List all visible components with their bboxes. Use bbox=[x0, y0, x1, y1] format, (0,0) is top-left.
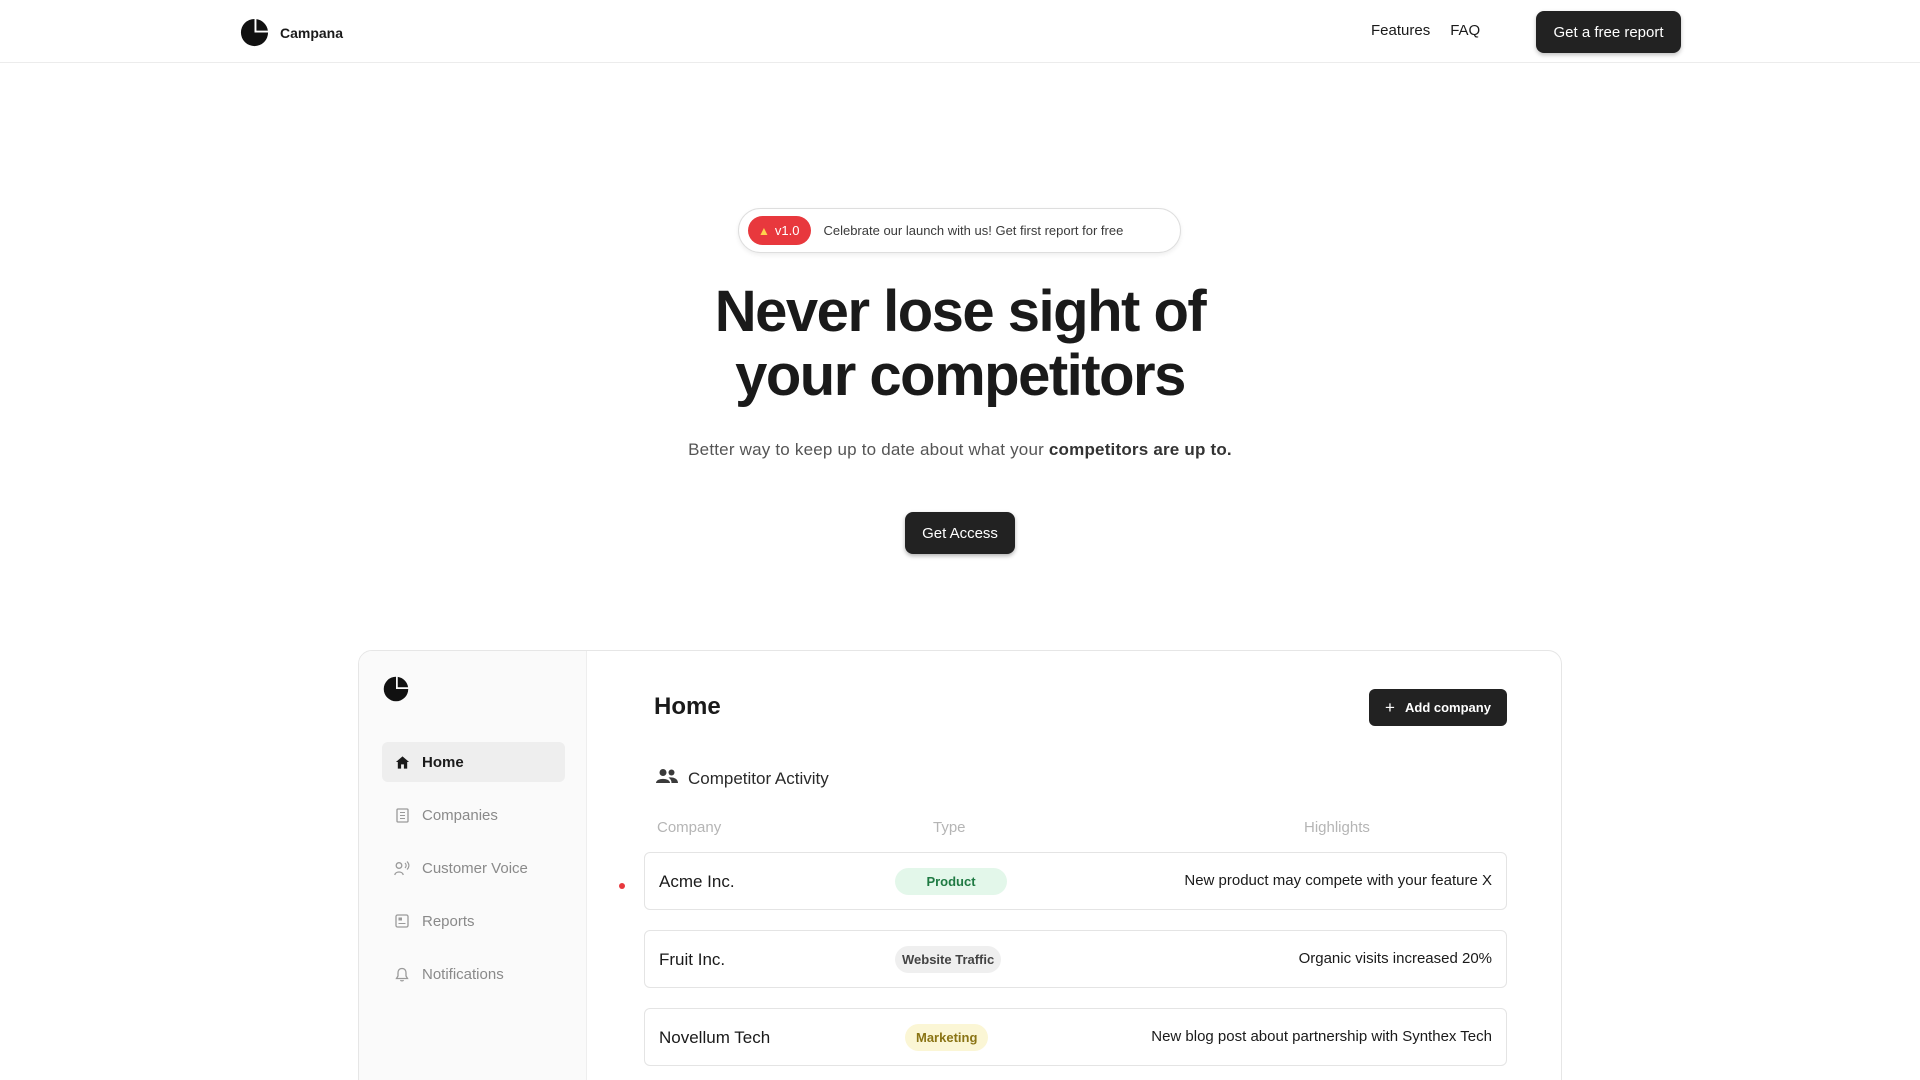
bell-icon bbox=[394, 966, 410, 982]
section-title: Competitor Activity bbox=[688, 768, 829, 788]
get-free-report-button[interactable]: Get a free report bbox=[1536, 11, 1681, 53]
row-company: Novellum Tech bbox=[659, 1028, 771, 1047]
hero-subtitle-emphasis: competitors are up to. bbox=[1048, 440, 1232, 459]
sidebar-item-label: Customer Voice bbox=[422, 859, 528, 877]
report-icon bbox=[394, 913, 410, 929]
campana-logo-icon bbox=[240, 18, 269, 47]
row-highlight: New blog post about partnership with Syn… bbox=[1151, 1028, 1492, 1045]
version-label: v1.0 bbox=[774, 223, 800, 238]
hero-title-line-2: your competitors bbox=[735, 343, 1186, 408]
nav-link-faq[interactable]: FAQ bbox=[1450, 22, 1480, 39]
hero-title-line-1: Never lose sight of bbox=[714, 279, 1207, 344]
page-title: Home bbox=[654, 693, 721, 720]
sidebar-item-reports[interactable]: Reports bbox=[382, 901, 565, 941]
top-navigation: Campana Features FAQ Get a free report bbox=[0, 0, 1920, 63]
table-row[interactable]: Acme Inc. Product New product may compet… bbox=[644, 852, 1507, 910]
campana-logo-icon bbox=[383, 676, 409, 702]
app-sidebar: Home Companies Customer Voice Reports No… bbox=[359, 651, 587, 1080]
row-company: Acme Inc. bbox=[659, 872, 735, 891]
sidebar-item-label: Notifications bbox=[422, 965, 504, 983]
sidebar-item-notifications[interactable]: Notifications bbox=[382, 954, 565, 994]
home-icon bbox=[394, 754, 410, 770]
sidebar-item-customer-voice[interactable]: Customer Voice bbox=[382, 848, 565, 888]
brand[interactable]: Campana bbox=[239, 17, 343, 48]
sidebar-item-label: Companies bbox=[422, 806, 498, 824]
version-badge: ▲ v1.0 bbox=[748, 216, 812, 245]
sidebar-item-companies[interactable]: Companies bbox=[382, 795, 565, 835]
column-header-highlights: Highlights bbox=[1304, 819, 1370, 836]
announcement-text: Celebrate our launch with us! Get first … bbox=[823, 223, 1124, 238]
sidebar-item-label: Home bbox=[422, 753, 464, 771]
type-tag: Website Traffic bbox=[895, 946, 1002, 973]
column-header-company: Company bbox=[657, 819, 722, 836]
row-highlight: Organic visits increased 20% bbox=[1298, 950, 1492, 967]
table-row[interactable]: Novellum Tech Marketing New blog post ab… bbox=[644, 1008, 1507, 1066]
row-highlight: New product may compete with your featur… bbox=[1184, 872, 1492, 889]
column-header-type: Type bbox=[933, 819, 966, 836]
type-tag: Marketing bbox=[905, 1024, 989, 1051]
hero-subtitle-text: Better way to keep up to date about what… bbox=[688, 440, 1049, 459]
table-row[interactable]: Fruit Inc. Website Traffic Organic visit… bbox=[644, 930, 1507, 988]
nav-links: Features FAQ bbox=[1371, 22, 1480, 39]
get-access-button[interactable]: Get Access bbox=[905, 512, 1015, 554]
flame-icon: ▲ bbox=[758, 223, 770, 238]
type-tag: Product bbox=[895, 868, 1007, 895]
users-icon bbox=[656, 768, 678, 789]
section-header: Competitor Activity bbox=[656, 768, 829, 789]
add-company-button[interactable]: + Add company bbox=[1369, 689, 1507, 726]
app-preview: Home Companies Customer Voice Reports No… bbox=[358, 650, 1562, 1080]
hero-title: Never lose sight of your competitors bbox=[560, 280, 1360, 408]
announcement-pill[interactable]: ▲ v1.0 Celebrate our launch with us! Get… bbox=[738, 208, 1181, 253]
sidebar-item-home[interactable]: Home bbox=[382, 742, 565, 782]
nav-link-features[interactable]: Features bbox=[1371, 22, 1430, 39]
unread-indicator bbox=[619, 883, 625, 889]
row-company: Fruit Inc. bbox=[659, 950, 726, 969]
brand-name: Campana bbox=[280, 24, 344, 41]
sidebar-item-label: Reports bbox=[422, 912, 475, 930]
plus-icon: + bbox=[1385, 698, 1395, 717]
sidebar-menu: Home Companies Customer Voice Reports No… bbox=[382, 742, 565, 1007]
add-company-label: Add company bbox=[1404, 700, 1491, 715]
hero-subtitle: Better way to keep up to date about what… bbox=[560, 440, 1360, 460]
building-icon bbox=[394, 807, 410, 823]
voice-icon bbox=[394, 860, 410, 876]
